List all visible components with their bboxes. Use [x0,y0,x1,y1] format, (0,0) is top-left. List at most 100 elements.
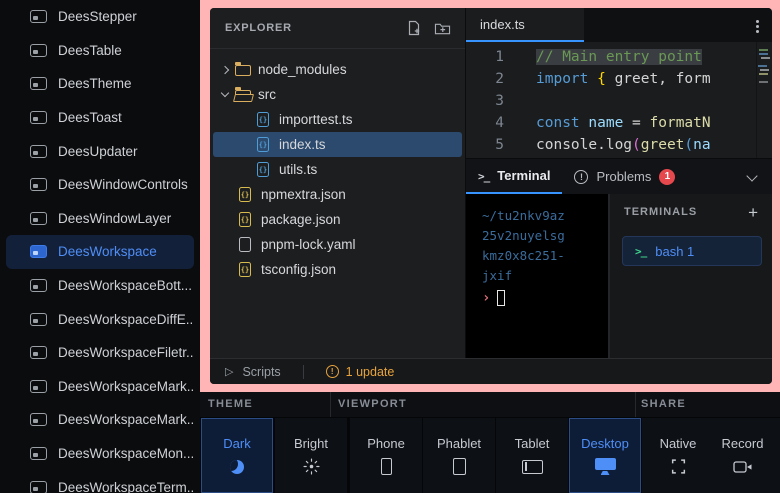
component-icon [30,279,47,292]
viewport-phone-button[interactable]: Phone [350,418,422,493]
json-file-icon [239,212,251,227]
code-token: ( [632,137,641,153]
toolbar-section-labels: THEME VIEWPORT SHARE [200,392,780,417]
divider [635,392,636,417]
code-token: greet [641,137,685,153]
play-outline-icon: ▷ [225,365,233,378]
tree-item-node-modules[interactable]: node_modules [210,57,465,82]
code-editor[interactable]: 1// Main entry point 2import { greet, fo… [466,42,772,158]
viewport-desktop-button[interactable]: Desktop [569,418,641,493]
sidebar-item-label: DeesWorkspaceMark... [58,412,194,427]
component-icon [30,212,47,225]
typescript-file-icon [257,112,269,127]
component-icon [30,313,47,326]
native-fullscreen-icon [670,458,687,475]
sidebar-item-dees-windowlayer[interactable]: DeesWindowLayer [6,202,194,236]
sidebar-item-dees-workspacemonaco[interactable]: DeesWorkspaceMon... [6,437,194,471]
workspace-statusbar: ▷ Scripts !1 update [210,358,772,384]
tree-item-tsconfig-json[interactable]: tsconfig.json [210,257,465,282]
sidebar-item-dees-theme[interactable]: DeesTheme [6,67,194,101]
plus-icon[interactable]: + [748,204,758,221]
button-label: Phablet [437,436,481,451]
component-icon [30,481,47,493]
typescript-file-icon [257,137,269,152]
share-record-button[interactable]: Record [705,418,780,493]
sidebar-item-dees-workspaceterminal[interactable]: DeesWorkspaceTerm... [6,470,194,493]
terminal-line: 25v2nuyelsg [482,226,608,246]
sidebar-item-label: DeesUpdater [58,144,138,159]
panel-tabbar: Terminal !Problems1 [466,158,772,194]
sidebar-item-dees-workspacediffeditor[interactable]: DeesWorkspaceDiffE... [6,302,194,336]
code-token: na [693,137,710,153]
tree-item-importtest-ts[interactable]: importtest.ts [210,107,465,132]
sidebar-item-dees-workspacemark-2[interactable]: DeesWorkspaceMark... [6,403,194,437]
tree-item-index-ts[interactable]: index.ts [213,132,462,157]
tree-item-npmextra-json[interactable]: npmextra.json [210,182,465,207]
preview-frame: EXPLORER node_modules src importtest.ts … [200,0,780,392]
scripts-button[interactable]: Scripts [242,365,280,379]
component-icon [30,77,47,90]
sidebar-item-dees-stepper[interactable]: DeesStepper [6,0,194,34]
code-token: import [536,71,597,87]
component-icon [30,413,47,426]
tab-problems[interactable]: !Problems1 [562,159,687,194]
tree-item-pnpm-lock-yaml[interactable]: pnpm-lock.yaml [210,232,465,257]
sidebar-item-dees-workspacemark-1[interactable]: DeesWorkspaceMark... [6,370,194,404]
viewport-phablet-button[interactable]: Phablet [423,418,495,493]
code-line: 3 [466,90,772,112]
component-icon [30,111,47,124]
code-line: 1// Main entry point [466,46,772,68]
tree-item-package-json[interactable]: package.json [210,207,465,232]
tab-label: Terminal [497,168,550,183]
phablet-icon [453,458,466,475]
tree-item-label: npmextra.json [261,187,346,202]
chevron-down-icon [221,89,229,97]
terminal-session-bash-1[interactable]: bash 1 [622,236,762,266]
line-number: 5 [466,134,510,156]
tree-item-label: pnpm-lock.yaml [261,237,356,252]
new-folder-icon[interactable] [434,21,451,36]
terminals-title: TERMINALS [624,206,748,218]
line-number: 4 [466,112,510,134]
update-indicator[interactable]: !1 update [326,365,395,379]
desktop-icon [595,458,616,470]
sidebar-item-dees-windowcontrols[interactable]: DeesWindowControls [6,168,194,202]
button-label: Desktop [581,436,629,451]
tab-terminal[interactable]: Terminal [466,159,562,194]
terminals-header: TERMINALS + [610,194,772,230]
json-file-icon [239,262,251,277]
sidebar-item-dees-workspacebottombar[interactable]: DeesWorkspaceBott... [6,269,194,303]
tablet-icon [522,460,543,474]
sidebar-item-label: DeesToast [58,110,122,125]
chevron-down-icon[interactable] [746,170,757,181]
section-label-share: SHARE [641,398,686,410]
kebab-menu-icon[interactable] [756,25,759,28]
tree-item-utils-ts[interactable]: utils.ts [210,157,465,182]
tab-index-ts[interactable]: index.ts [466,8,584,42]
json-file-icon [239,187,251,202]
tree-item-label: index.ts [279,137,326,152]
viewport-tablet-button[interactable]: Tablet [496,418,568,493]
terminal-prompt-line: › [482,288,608,308]
sidebar-item-dees-workspacefiletree[interactable]: DeesWorkspaceFiletr... [6,336,194,370]
button-label: Record [722,436,764,451]
explorer-title: EXPLORER [225,22,406,34]
sidebar-item-dees-workspace[interactable]: DeesWorkspace [6,235,194,269]
viewport-native-button[interactable]: Native [642,418,714,493]
code-token: name [588,115,623,131]
sidebar-item-label: DeesWorkspaceTerm... [58,480,194,493]
sidebar-item-label: DeesWorkspace [58,244,157,259]
code-line: 4const name = formatN [466,112,772,134]
code-token: ( [684,137,693,153]
terminal-output[interactable]: ~/tu2nkv9az 25v2nuyelsg kmz0x8c251- jxif… [466,194,608,358]
minimap[interactable] [756,42,772,158]
sidebar-item-dees-table[interactable]: DeesTable [6,34,194,68]
new-file-icon[interactable] [406,20,422,36]
panel-body: ~/tu2nkv9az 25v2nuyelsg kmz0x8c251- jxif… [466,194,772,358]
sidebar-item-dees-toast[interactable]: DeesToast [6,101,194,135]
theme-dark-button[interactable]: Dark [201,418,273,493]
tree-item-src[interactable]: src [210,82,465,107]
theme-bright-button[interactable]: Bright [275,418,347,493]
code-line: 2import { greet, form [466,68,772,90]
sidebar-item-dees-updater[interactable]: DeesUpdater [6,134,194,168]
